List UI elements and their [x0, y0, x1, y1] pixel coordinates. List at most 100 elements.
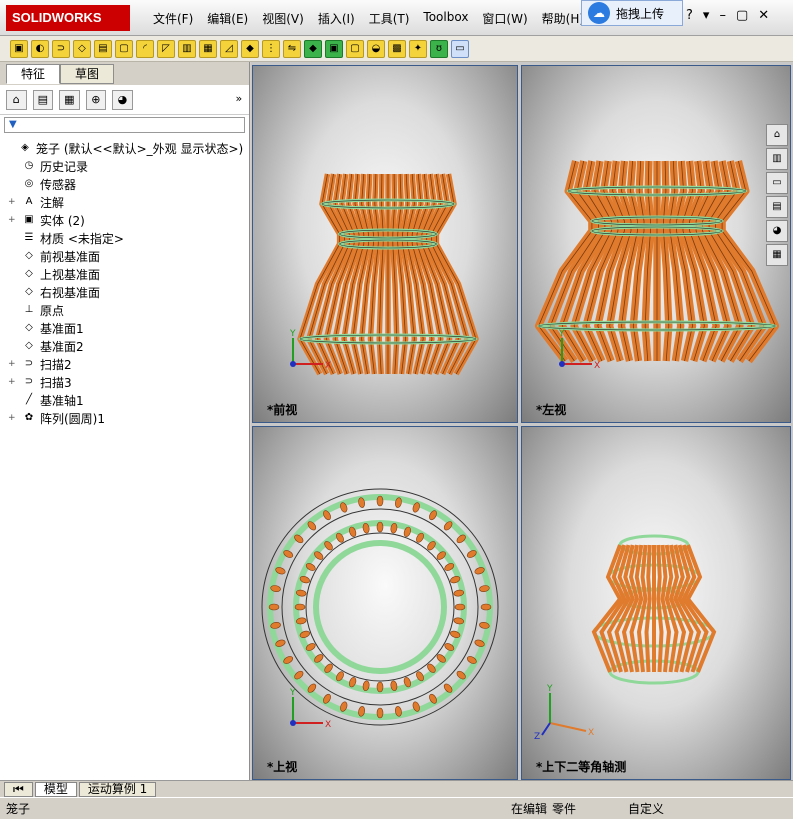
design-library-icon[interactable]: ▥: [766, 148, 788, 170]
tab-model[interactable]: 模型: [34, 781, 77, 797]
expand-icon[interactable]: +: [8, 359, 18, 369]
file-explorer-icon[interactable]: ▭: [766, 172, 788, 194]
reference-geometry-icon[interactable]: ◆: [304, 39, 322, 58]
tree-node[interactable]: ☰ 材质 <未指定>: [4, 229, 249, 247]
view-palette-icon[interactable]: ▤: [766, 196, 788, 218]
tree-node[interactable]: + ⊃ 扫描2: [4, 355, 249, 373]
tree-node[interactable]: ◇ 基准面1: [4, 319, 249, 337]
cage-left-model: XY: [534, 160, 780, 371]
menu-insert[interactable]: 插入(I): [311, 10, 362, 27]
tree-node[interactable]: ◇ 基准面2: [4, 337, 249, 355]
instant3d-icon[interactable]: ▢: [346, 39, 364, 58]
fillet-icon[interactable]: ◜: [136, 39, 154, 58]
upload-button[interactable]: ☁ 拖拽上传: [581, 0, 683, 26]
revolve-boss-icon[interactable]: ◐: [31, 39, 49, 58]
y-axis-label: Y: [558, 329, 565, 339]
tree-node[interactable]: ◇ 前视基准面: [4, 247, 249, 265]
status-units[interactable]: 自定义: [628, 800, 664, 817]
tree-node[interactable]: + ✿ 阵列(圆周)1: [4, 409, 249, 427]
tab-sketch[interactable]: 草图: [60, 64, 114, 84]
tree-node-label: 扫描2: [40, 357, 72, 372]
chamfer-icon[interactable]: ◸: [157, 39, 175, 58]
tab-features[interactable]: 特征: [6, 64, 60, 84]
top-bar: [376, 521, 384, 533]
tree-node[interactable]: ╱ 基准轴1: [4, 391, 249, 409]
close-icon[interactable]: ✕: [758, 8, 769, 23]
menu-file[interactable]: 文件(F): [146, 10, 200, 27]
menu-edit[interactable]: 编辑(E): [200, 10, 255, 27]
minimize-icon[interactable]: –: [719, 8, 726, 23]
help-icon[interactable]: ?: [686, 8, 693, 23]
expand-icon[interactable]: +: [8, 377, 18, 387]
menu-toolbox[interactable]: Toolbox: [416, 10, 475, 27]
upload-label: 拖拽上传: [616, 6, 665, 21]
linear-pattern-icon[interactable]: ⋮: [262, 39, 280, 58]
tree-node[interactable]: ◎ 传感器: [4, 175, 249, 193]
mirror-icon[interactable]: ⇋: [283, 39, 301, 58]
cage-top-model: XY: [261, 488, 499, 730]
tree-node[interactable]: + A 注解: [4, 193, 249, 211]
tree-node[interactable]: ◇ 上视基准面: [4, 265, 249, 283]
filter-field[interactable]: ▼: [4, 117, 245, 133]
tree-node[interactable]: ◈ 笼子 (默认<<默认>_外观 显示状态>): [4, 139, 249, 157]
ruler-icon[interactable]: ▭: [451, 39, 469, 58]
wrap-icon[interactable]: ◆: [241, 39, 259, 58]
z-axis-label: Z: [534, 732, 540, 742]
menu-view[interactable]: 视图(V): [255, 10, 311, 27]
nav-first-icon[interactable]: ⏮: [4, 781, 33, 797]
more-icon[interactable]: »: [229, 90, 249, 110]
draft-icon[interactable]: ◿: [220, 39, 238, 58]
sweep-boss-icon[interactable]: ⊃: [52, 39, 70, 58]
bottom-tabs: ⏮ 模型 运动算例 1: [0, 780, 793, 797]
expand-icon[interactable]: +: [8, 413, 18, 423]
viewport-left[interactable]: XY *左视: [521, 65, 791, 423]
loft-boss-icon[interactable]: ◇: [73, 39, 91, 58]
tree-node[interactable]: ◇ 右视基准面: [4, 283, 249, 301]
viewport-iso[interactable]: X Y Z *上下二等角轴测: [521, 426, 791, 780]
tree-node[interactable]: + ⊃ 扫描3: [4, 373, 249, 391]
tree-node[interactable]: + ▣ 实体 (2): [4, 211, 249, 229]
graphics-area[interactable]: ⌕ ⤢ ▯ ◩ ▣ ◎ ⊙ ◕ ◉ ▤ XY *前视 XY *左视 XY *上视…: [251, 62, 793, 780]
window-controls: ? ▾ – ▢ ✕: [686, 8, 769, 23]
display-manager-icon[interactable]: ◕: [112, 89, 133, 110]
configuration-manager-icon[interactable]: ▦: [59, 89, 80, 110]
top-bar: [294, 603, 306, 611]
dimxpert-icon[interactable]: ⊕: [85, 89, 107, 110]
tree-node-label: 前视基准面: [40, 249, 101, 264]
restore-icon[interactable]: ▢: [736, 8, 748, 23]
extrude-boss-icon[interactable]: ▣: [10, 39, 28, 58]
shell-icon[interactable]: ▦: [199, 39, 217, 58]
curves-icon[interactable]: ▣: [325, 39, 343, 58]
tab-motion-study[interactable]: 运动算例 1: [78, 781, 157, 797]
material-icon: ☰: [24, 232, 34, 243]
magic-wand-icon[interactable]: ✦: [409, 39, 427, 58]
menu-tools[interactable]: 工具(T): [362, 10, 417, 27]
expand-icon[interactable]: +: [8, 215, 18, 225]
appearances-icon[interactable]: ◕: [766, 220, 788, 242]
tree-node[interactable]: ⊥ 原点: [4, 301, 249, 319]
chevron-down-icon[interactable]: ▾: [703, 8, 710, 23]
extrude-cut-icon[interactable]: ▢: [115, 39, 133, 58]
feature-manager-icon[interactable]: ⌂: [6, 89, 27, 110]
home-icon[interactable]: ⌂: [766, 124, 788, 146]
plane-icon: ◇: [25, 250, 33, 261]
status-part-name: 笼子: [6, 802, 31, 816]
rib-icon[interactable]: ▥: [178, 39, 196, 58]
top-bar: [376, 495, 384, 507]
tree-node[interactable]: ◷ 历史记录: [4, 157, 249, 175]
expand-icon[interactable]: +: [8, 197, 18, 207]
filter-icon: ▼: [9, 119, 17, 130]
menu-window[interactable]: 窗口(W): [475, 10, 534, 27]
viewport-front[interactable]: XY *前视: [252, 65, 518, 423]
x-axis-label: X: [325, 720, 331, 730]
property-manager-icon[interactable]: ▤: [32, 89, 54, 110]
feature-tree: ◈ 笼子 (默认<<默认>_外观 显示状态>) ◷ 历史记录 ◎ 传感器 + A 注解 + ▣ 实体 …: [0, 135, 249, 427]
viewport-top[interactable]: XY *上视: [252, 426, 518, 780]
boundary-boss-icon[interactable]: ▤: [94, 39, 112, 58]
tree-node-label: 阵列(圆周)1: [40, 411, 105, 426]
helix-icon[interactable]: ʊ: [430, 39, 448, 58]
custom-properties-icon[interactable]: ▦: [766, 244, 788, 266]
viewport-label-front: *前视: [267, 403, 298, 417]
flex-icon[interactable]: ▩: [388, 39, 406, 58]
dome-icon[interactable]: ◒: [367, 39, 385, 58]
